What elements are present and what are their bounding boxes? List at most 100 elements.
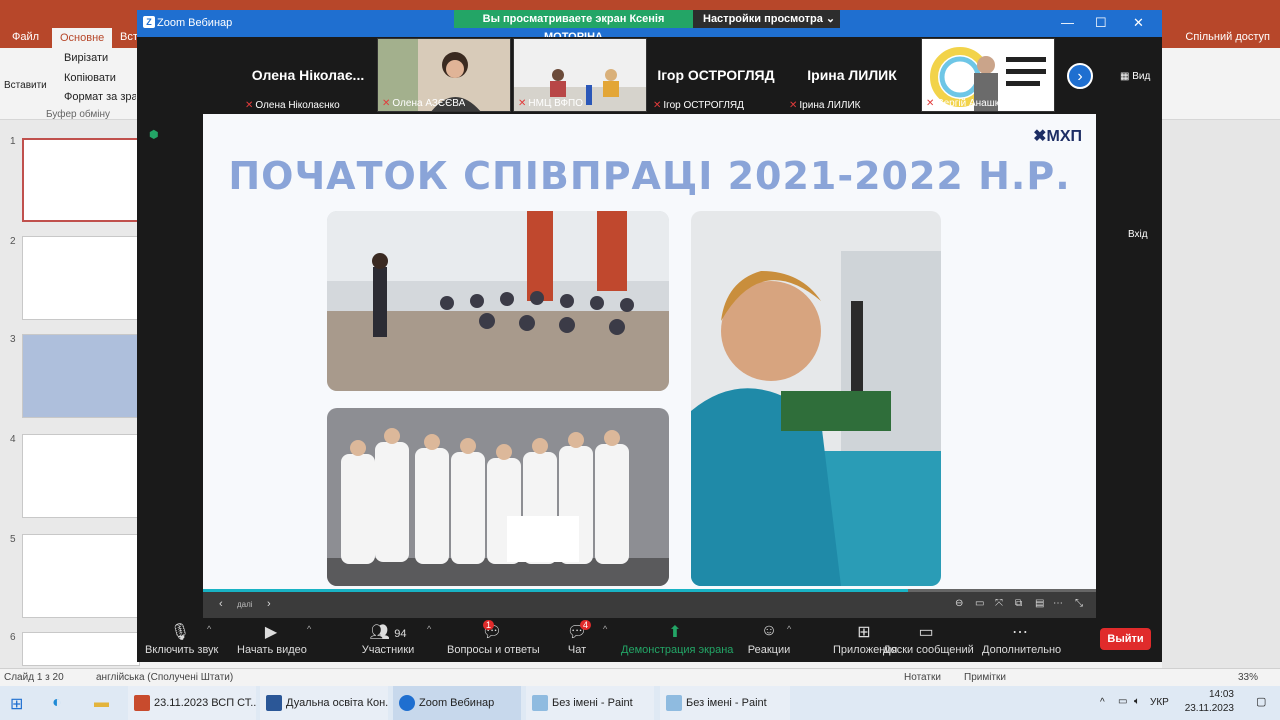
layout-icon[interactable]: ⧉ bbox=[1015, 598, 1022, 609]
participants-button[interactable]: 👥︎ 94 Участники bbox=[359, 622, 417, 656]
taskbar-zoom[interactable]: Zoom Вебинар bbox=[393, 686, 521, 720]
participant-name: Ігор ОСТРОГЛЯД bbox=[657, 67, 775, 83]
more-label: Дополнительно bbox=[982, 644, 1062, 656]
cut-button[interactable]: Вирізати bbox=[64, 52, 108, 64]
tray-chevron-icon[interactable]: ^ bbox=[1100, 697, 1105, 708]
meeting-toolbar: 🎙︎ Включить звук ^ ▶︎ Начать видео ^ 👥︎ … bbox=[137, 618, 1162, 662]
comments-button[interactable]: Примітки bbox=[964, 672, 1006, 683]
minimize-icon[interactable]: — bbox=[1061, 15, 1074, 30]
slide-number: 6 bbox=[10, 632, 16, 643]
powerpoint-icon bbox=[134, 695, 150, 711]
view-button[interactable]: ▦ Вид bbox=[1120, 71, 1150, 82]
format-painter-button[interactable]: Формат за зразком bbox=[64, 91, 136, 103]
next-slide-icon[interactable]: › bbox=[267, 598, 271, 610]
unmute-button[interactable]: 🎙︎ Включить звук bbox=[145, 622, 218, 656]
next-page-button[interactable]: › bbox=[1067, 63, 1093, 89]
edge-browser-icon[interactable]: ◐ bbox=[52, 694, 62, 712]
notes-button[interactable]: Нотатки bbox=[904, 672, 941, 683]
close-icon[interactable]: ✕ bbox=[1133, 15, 1144, 31]
logo-mark-icon: ✖ bbox=[1033, 128, 1047, 145]
chevron-down-icon: ⌄ bbox=[825, 13, 836, 25]
screen-icon[interactable]: ▤ bbox=[1035, 598, 1044, 609]
subtitles-icon[interactable]: ▭ bbox=[975, 598, 984, 609]
volume-icon[interactable]: 🔈︎ bbox=[1134, 696, 1140, 707]
leave-button[interactable]: Выйти bbox=[1100, 628, 1151, 650]
presentation-slide: ✖МХП ПОЧАТОК СПІВПРАЦІ 2021-2022 Н.Р. bbox=[203, 114, 1096, 589]
tab-file[interactable]: Файл bbox=[12, 31, 39, 43]
share-screen-button[interactable]: ⬆︎ Демонстрация экрана bbox=[621, 622, 733, 656]
participant-tile[interactable]: Олена Ніколає... ✕ Олена Ніколаєнко bbox=[241, 37, 375, 113]
start-video-button[interactable]: ▶︎ Начать видео bbox=[237, 622, 307, 656]
qa-label: Вопросы и ответы bbox=[447, 644, 540, 656]
network-icon[interactable]: ▭ bbox=[1118, 696, 1127, 707]
muted-mic-icon: ✕ bbox=[653, 100, 662, 111]
share-button[interactable]: Спільний доступ bbox=[1185, 31, 1270, 43]
participant-tile[interactable]: Ірина ЛИЛИК ✕ Ірина ЛИЛИК bbox=[785, 37, 919, 113]
chevron-up-icon[interactable]: ^ bbox=[427, 624, 431, 634]
more-icon: ⋯ bbox=[1012, 624, 1028, 641]
participant-tile[interactable]: Ігор ОСТРОГЛЯД ✕ Ігор ОСТРОГЛЯД bbox=[649, 37, 783, 113]
clipboard-group-label: Буфер обміну bbox=[46, 109, 111, 120]
language-status[interactable]: англійська (Сполучені Штати) bbox=[96, 672, 233, 683]
participants-icon: 👥︎ 94 bbox=[369, 624, 407, 641]
reactions-button[interactable]: ☺︎ Реакции bbox=[747, 622, 791, 656]
slide-control-bar: ‹ далі › ⊖ ▭ ⤧ ⧉ ▤ ⋯ ⤡ bbox=[203, 589, 1096, 619]
chevron-up-icon[interactable]: ^ bbox=[603, 624, 607, 634]
more-options-icon[interactable]: ⋯ bbox=[1053, 598, 1063, 609]
taskbar-word[interactable]: Дуальна освіта Кон... bbox=[260, 686, 388, 720]
taskbar-paint[interactable]: Без імені - Paint bbox=[660, 686, 790, 720]
participant-video-tile[interactable]: ✕ Сергій Анашкін bbox=[921, 38, 1055, 112]
zoom-out-icon[interactable]: ⊖ bbox=[955, 598, 963, 609]
slide-thumbnail[interactable] bbox=[22, 138, 140, 222]
more-button[interactable]: ⋯ Дополнительно bbox=[982, 622, 1062, 656]
slide-thumbnail[interactable] bbox=[22, 434, 140, 518]
notifications-icon[interactable]: ▢ bbox=[1256, 695, 1266, 708]
chevron-up-icon[interactable]: ^ bbox=[207, 624, 211, 634]
maximize-icon[interactable]: ☐ bbox=[1095, 15, 1107, 31]
participant-label: ✕ Сергій Анашкін bbox=[926, 98, 1007, 109]
system-clock[interactable]: 14:03 23.11.2023 bbox=[1185, 688, 1234, 716]
taskbar-item-label: Zoom Вебинар bbox=[419, 697, 495, 709]
previous-slide-icon[interactable]: ‹ bbox=[219, 598, 223, 610]
windows-start-icon[interactable]: ⊞ bbox=[10, 694, 23, 714]
slide-title: ПОЧАТОК СПІВПРАЦІ 2021-2022 Н.Р. bbox=[228, 154, 1071, 198]
participant-label-text: Олена Ніколаєнко bbox=[255, 100, 340, 111]
participants-label: Участники bbox=[361, 644, 415, 656]
taskbar-item-label: Без імені - Paint bbox=[686, 697, 767, 709]
slide-thumbnail[interactable] bbox=[22, 236, 140, 320]
participant-video-tile[interactable]: ✕ НМЦ ВФПО bbox=[513, 38, 647, 112]
crop-icon[interactable]: ⤧ bbox=[995, 598, 1003, 609]
participant-video-tile[interactable]: ✕ Олена АЗЄЄВА bbox=[377, 38, 511, 112]
slide-thumbnails-panel: 1 2 3 4 5 6 bbox=[0, 120, 140, 668]
slide-number: 5 bbox=[10, 534, 16, 545]
slide-thumbnail[interactable] bbox=[22, 334, 140, 418]
participant-label-text: НМЦ ВФПО bbox=[528, 98, 584, 109]
tab-insert[interactable]: Вст bbox=[120, 31, 138, 43]
zoom-level[interactable]: 33% bbox=[1238, 672, 1258, 683]
input-language[interactable]: УКР bbox=[1150, 697, 1169, 708]
slide-progress-fill bbox=[203, 589, 909, 592]
exit-label: Вхід bbox=[1128, 229, 1148, 240]
fullscreen-icon[interactable]: ⤡ bbox=[1075, 598, 1083, 609]
paste-button[interactable]: Вставити bbox=[4, 80, 47, 91]
logo-text: МХП bbox=[1046, 128, 1083, 145]
view-settings-button[interactable]: Настройки просмотра ⌄ bbox=[693, 10, 840, 28]
tab-home[interactable]: Основне bbox=[52, 28, 113, 48]
muted-mic-icon: ✕ bbox=[789, 100, 798, 111]
taskbar-powerpoint[interactable]: 23.11.2023 ВСП СТ... bbox=[128, 686, 256, 720]
qa-button[interactable]: 💬︎ 1 Вопросы и ответы bbox=[447, 620, 540, 656]
lab-image bbox=[691, 211, 941, 586]
classroom-photo bbox=[327, 211, 669, 391]
copy-button[interactable]: Копіювати bbox=[64, 72, 116, 84]
chevron-up-icon[interactable]: ^ bbox=[787, 624, 791, 634]
taskbar-paint[interactable]: Без імені - Paint bbox=[526, 686, 654, 720]
slide-thumbnail[interactable] bbox=[22, 534, 140, 618]
file-explorer-icon[interactable]: ▬ bbox=[94, 694, 109, 711]
participant-name: Олена Ніколає... bbox=[251, 67, 365, 83]
slide-number: 3 bbox=[10, 334, 16, 345]
chevron-up-icon[interactable]: ^ bbox=[307, 624, 311, 634]
slide-thumbnail[interactable] bbox=[22, 632, 140, 666]
whiteboards-button[interactable]: ▭ Доски сообщений bbox=[883, 622, 974, 656]
chat-button[interactable]: 💬︎ 4 Чат bbox=[562, 620, 592, 656]
slide-number: 4 bbox=[10, 434, 16, 445]
